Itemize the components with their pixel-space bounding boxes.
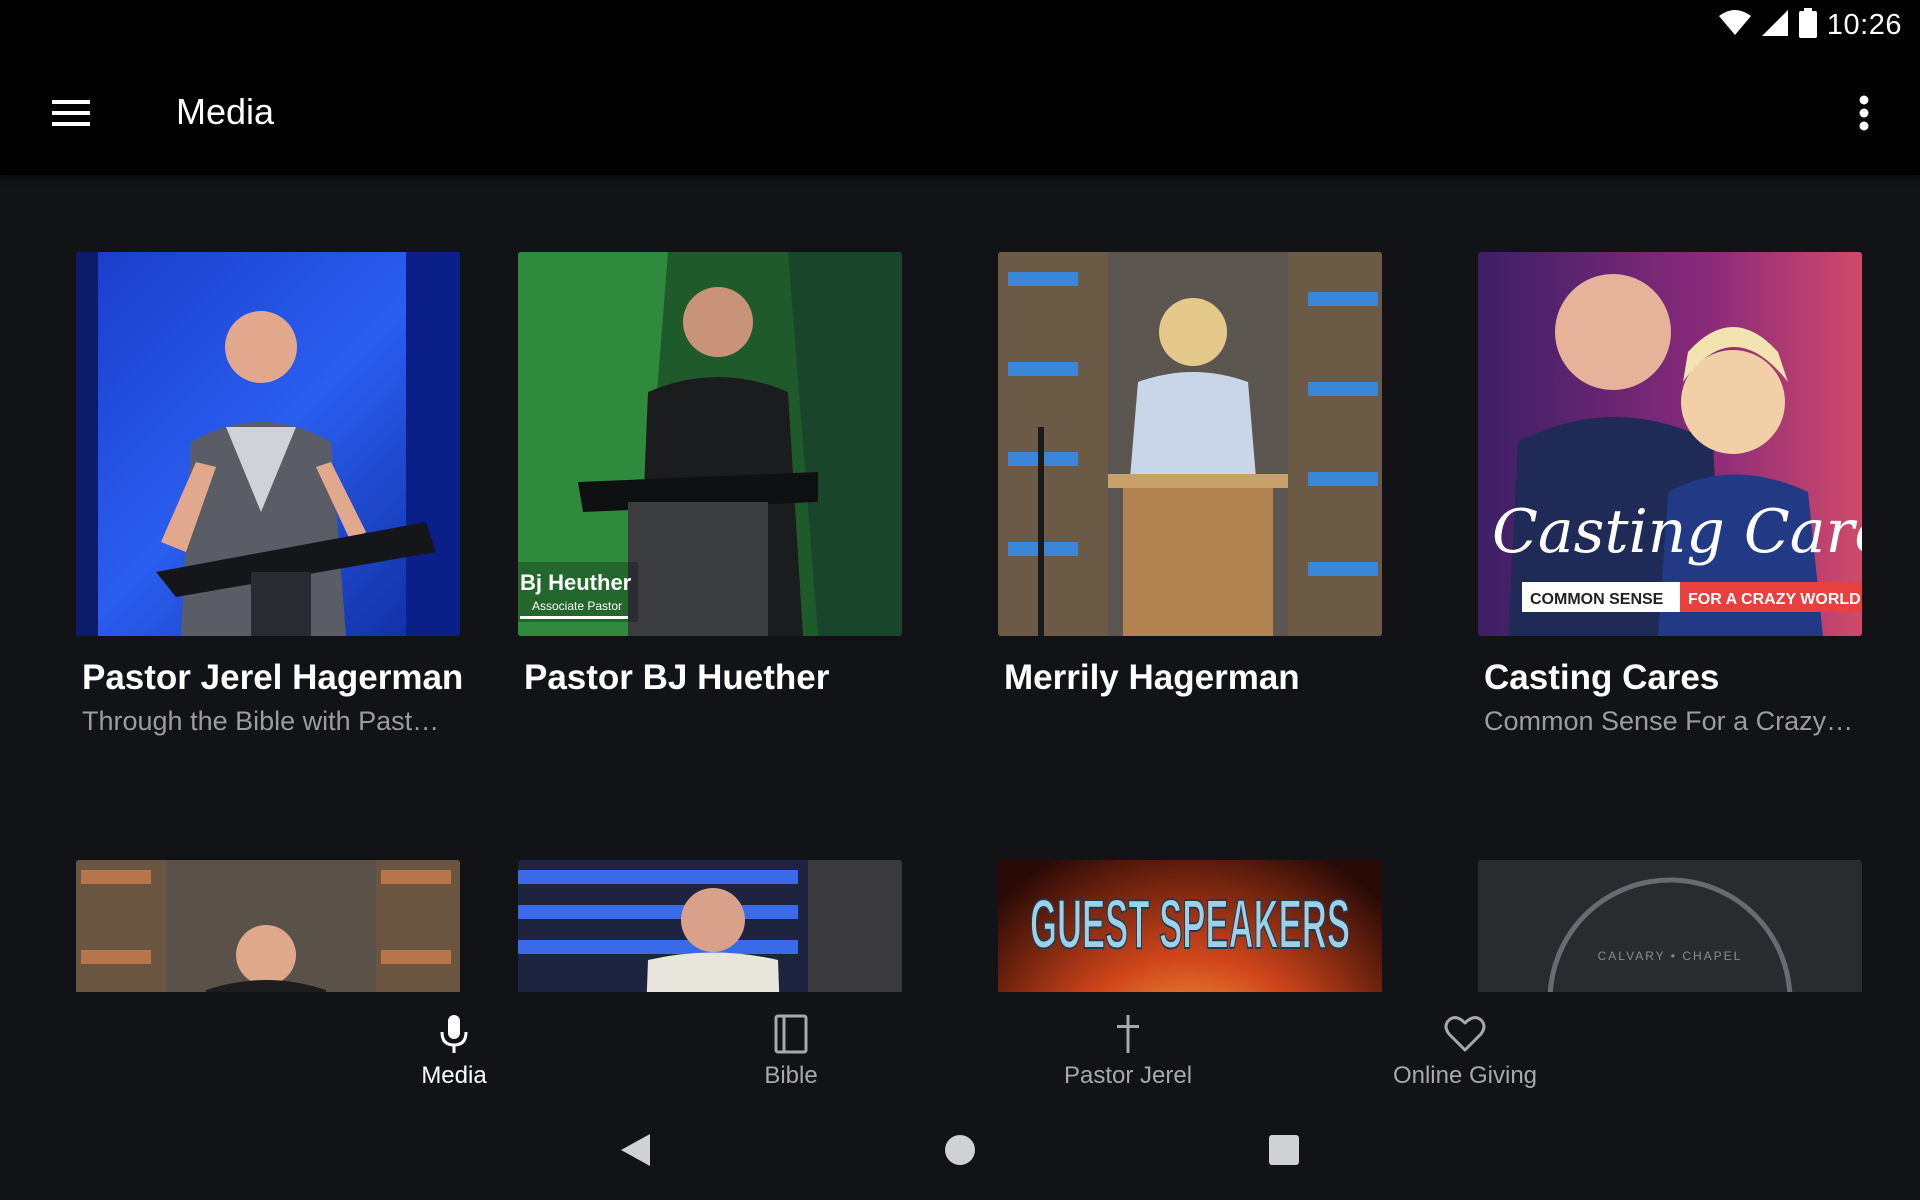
media-thumbnail: Bj Heuther Associate Pastor (518, 252, 902, 636)
status-bar: 10:26 (0, 0, 1920, 51)
media-thumbnail: Casting Cares COMMON SENSE FOR A CRAZY W… (1478, 252, 1862, 636)
media-grid: Pastor Jerel Hagerman Through the Bible … (0, 175, 1920, 992)
nav-label-pastor-jerel: Pastor Jerel (1063, 1062, 1193, 1089)
nav-item-online-giving[interactable]: Online Giving (1355, 992, 1575, 1096)
battery-icon (1798, 7, 1817, 43)
card-title: Casting Cares (1484, 658, 1720, 697)
thumbnail-role-overlay: Associate Pastor (532, 599, 622, 613)
book-icon (774, 1014, 808, 1054)
page-title: Media (176, 91, 275, 132)
system-navigation-bar (0, 1096, 1920, 1200)
hamburger-menu-button[interactable] (40, 89, 104, 137)
thumbnail-logo-text: CALVARY • CHAPEL (1598, 949, 1743, 963)
media-card-calvary-chapel[interactable]: CALVARY • CHAPEL (1478, 860, 1862, 992)
nav-label-media: Media (421, 1062, 487, 1089)
home-button[interactable] (936, 1126, 984, 1174)
thumbnail-name-overlay: Bj Heuther (520, 570, 632, 595)
nav-item-bible[interactable]: Bible (681, 992, 901, 1096)
media-card-pastor-bj[interactable]: Bj Heuther Associate Pastor Pastor BJ Hu… (518, 252, 902, 706)
heart-icon (1444, 1016, 1486, 1052)
thumbnail-tag-right: FOR A CRAZY WORLD (1688, 591, 1861, 608)
status-icons: 10:26 (1718, 7, 1902, 43)
media-thumbnail (76, 252, 460, 636)
media-thumbnail: CALVARY • CHAPEL (1478, 860, 1862, 992)
media-card-merrily[interactable]: Merrily Hagerman (998, 252, 1382, 706)
back-triangle-icon (621, 1134, 650, 1166)
nav-item-pastor-jerel[interactable]: Pastor Jerel (1018, 992, 1238, 1096)
card-title: Pastor Jerel Hagerman (82, 658, 464, 697)
status-time: 10:26 (1826, 8, 1902, 41)
media-card-row2-2[interactable] (518, 860, 902, 992)
app-bar: Media (0, 51, 1920, 175)
media-card-pastor-jerel[interactable]: Pastor Jerel Hagerman Through the Bible … (76, 252, 464, 737)
card-subtitle: Common Sense For a Crazy… (1484, 706, 1854, 736)
bottom-navigation: Media Bible Pastor Jerel Online Giving (0, 992, 1920, 1096)
thumbnail-title-overlay: GUEST SPEAKERS (1030, 885, 1350, 963)
nav-item-media[interactable]: Media (344, 992, 564, 1096)
cross-icon (1117, 1015, 1139, 1053)
media-card-row2-1[interactable] (76, 860, 460, 992)
microphone-icon (440, 1015, 468, 1053)
recents-square-icon (1269, 1135, 1299, 1165)
more-vert-icon (1859, 95, 1869, 131)
media-thumbnail (998, 252, 1382, 636)
hamburger-menu-icon (52, 100, 90, 126)
home-circle-icon (945, 1135, 975, 1165)
wifi-icon (1718, 9, 1751, 41)
media-thumbnail (76, 860, 460, 992)
media-thumbnail: GUEST SPEAKERS (998, 860, 1382, 992)
back-button[interactable] (611, 1126, 659, 1174)
card-subtitle: Through the Bible with Past… (82, 706, 440, 736)
media-thumbnail (518, 860, 902, 992)
card-title: Merrily Hagerman (1004, 658, 1300, 697)
media-card-casting-cares[interactable]: Casting Cares COMMON SENSE FOR A CRAZY W… (1478, 252, 1862, 737)
cell-signal-icon (1761, 9, 1789, 42)
thumbnail-tag-left: COMMON SENSE (1530, 591, 1664, 608)
overflow-menu-button[interactable] (1844, 87, 1884, 139)
thumbnail-script-overlay: Casting Cares (1492, 497, 1862, 567)
nav-label-online-giving: Online Giving (1392, 1062, 1538, 1089)
media-card-guest-speakers[interactable]: GUEST SPEAKERS (998, 860, 1382, 992)
nav-label-bible: Bible (764, 1062, 818, 1089)
card-title: Pastor BJ Huether (524, 658, 830, 697)
recents-button[interactable] (1260, 1126, 1308, 1174)
